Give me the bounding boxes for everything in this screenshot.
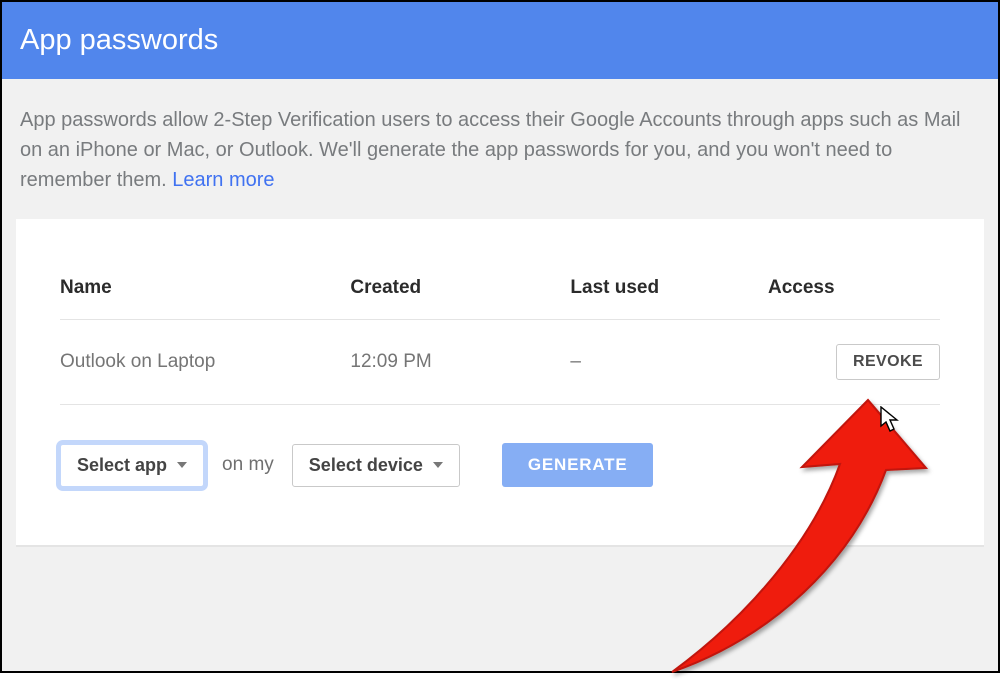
select-device-label: Select device [309,455,423,476]
generate-button[interactable]: GENERATE [502,443,654,487]
cell-last-used: – [570,320,764,405]
description-body: App passwords allow 2-Step Verification … [20,109,961,191]
select-app-label: Select app [77,455,167,476]
cell-name: Outlook on Laptop [60,320,350,405]
chevron-down-icon [177,462,187,468]
learn-more-link[interactable]: Learn more [172,169,274,191]
column-header-created: Created [350,277,570,320]
chevron-down-icon [433,462,443,468]
select-device-dropdown[interactable]: Select device [292,444,460,487]
page-title: App passwords [20,24,218,56]
revoke-button[interactable]: REVOKE [836,344,940,380]
app-passwords-card: Name Created Last used Access Outlook on… [16,219,984,546]
app-passwords-table: Name Created Last used Access Outlook on… [60,277,940,405]
generate-controls: Select app on my Select device GENERATE [60,443,940,487]
footer-spacer [16,546,984,586]
column-header-access: Access [764,277,940,320]
cell-created: 12:09 PM [350,320,570,405]
column-header-last-used: Last used [570,277,764,320]
column-header-name: Name [60,277,350,320]
description-text: App passwords allow 2-Step Verification … [2,79,998,219]
select-app-dropdown[interactable]: Select app [60,444,204,487]
table-row: Outlook on Laptop 12:09 PM – REVOKE [60,320,940,405]
on-my-label: on my [222,454,274,476]
header-bar: App passwords [2,2,998,79]
